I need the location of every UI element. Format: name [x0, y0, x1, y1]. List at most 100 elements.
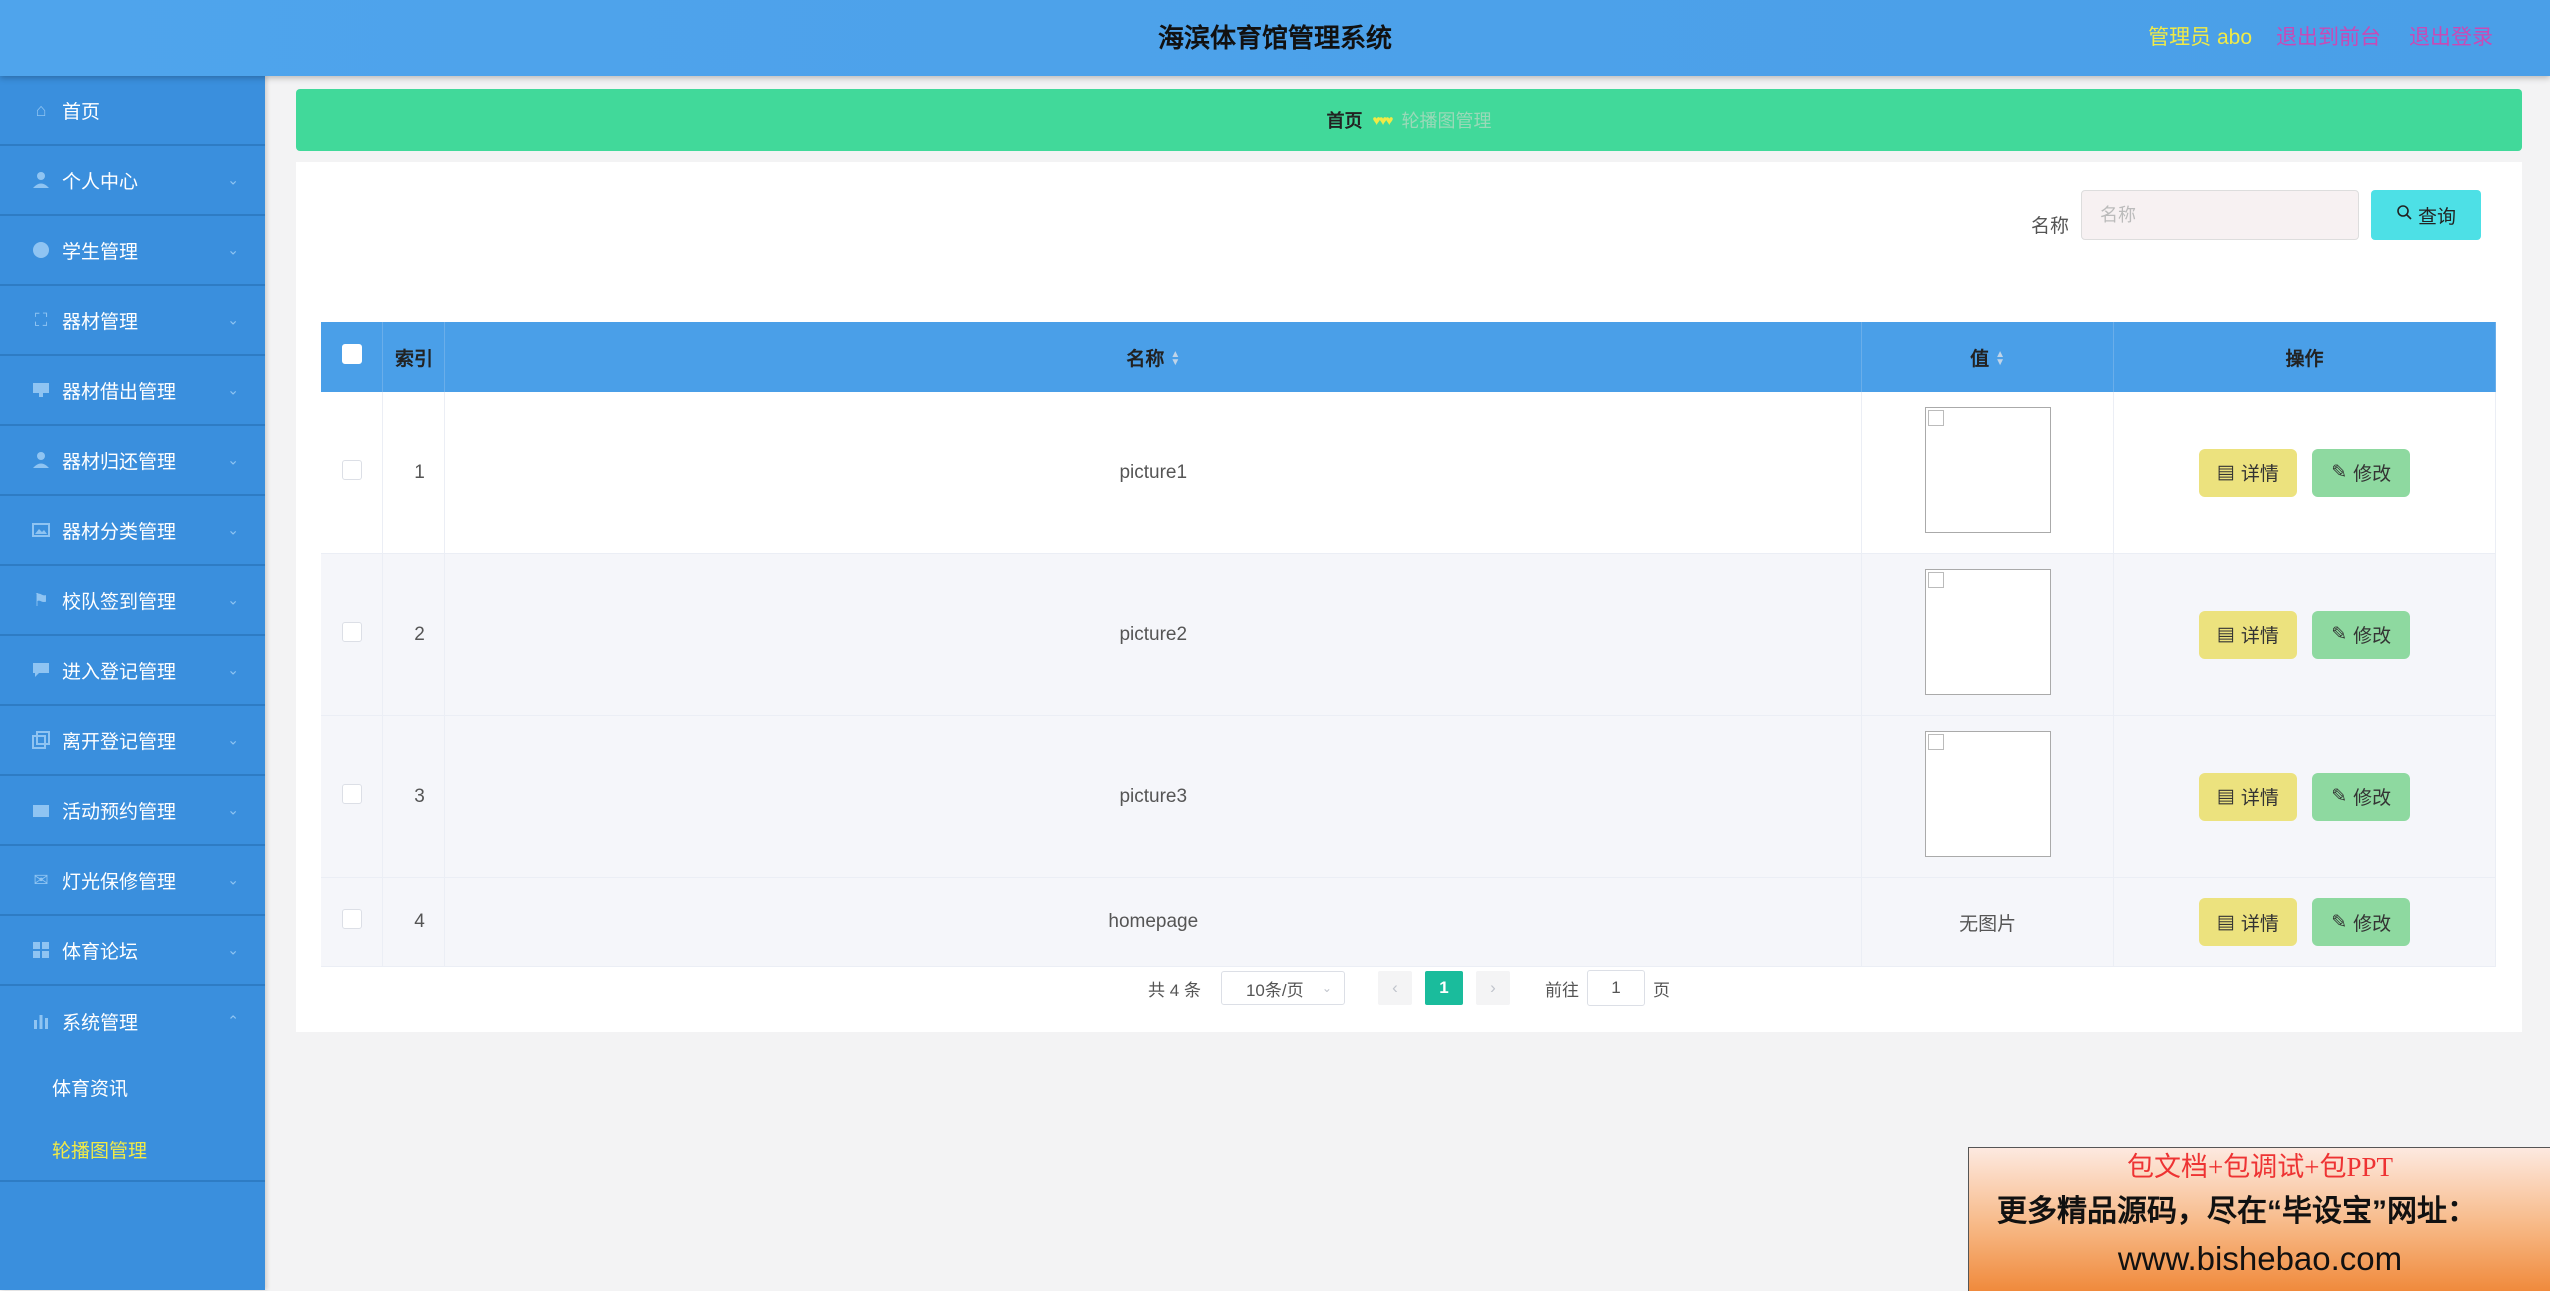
sidebar-item-entry-register[interactable]: 进入登记管理 ⌄ — [0, 636, 265, 706]
row-select-cell — [321, 877, 384, 967]
page-size-select[interactable]: 10条/页 ⌄ — [1220, 971, 1345, 1005]
sidebar-item-label: 进入登记管理 — [62, 661, 177, 683]
row-select-cell — [321, 553, 384, 716]
palette-icon — [30, 239, 52, 261]
pagination: 共 4 条 10条/页 ⌄ ‹ 1 › 前往 1 页 — [296, 970, 2522, 1006]
sidebar-item-equipment-category[interactable]: 器材分类管理 ⌄ — [0, 496, 265, 566]
sidebar-item-system[interactable]: 系统管理 ⌃ — [0, 986, 265, 1056]
chevron-up-icon: ⌃ — [227, 1012, 239, 1029]
row-name: picture3 — [444, 715, 1863, 878]
edit-button[interactable]: ✎ 修改 — [2312, 898, 2411, 946]
sidebar-item-label: 器材分类管理 — [62, 521, 177, 543]
promo-line-3: www.bishebao.com — [2117, 1240, 2403, 1277]
search-label: 名称 — [2031, 216, 2070, 237]
next-page-button[interactable]: › — [1475, 971, 1510, 1005]
edit-button[interactable]: ✎ 修改 — [2312, 448, 2411, 497]
promo-line-2: 更多精品源码，尽在“毕设宝”网址： — [1997, 1195, 2477, 1228]
sidebar-item-leave-register[interactable]: 离开登记管理 ⌄ — [0, 706, 265, 776]
detail-button-label: 详情 — [2240, 788, 2279, 809]
sidebar-item-equipment[interactable]: ⛶ 器材管理 ⌄ — [0, 286, 265, 356]
detail-button[interactable]: ▤ 详情 — [2198, 448, 2297, 497]
header-value-label: 值 — [1970, 348, 1990, 370]
sidebar-item-home[interactable]: ⌂ 首页 — [0, 76, 265, 146]
logout-link[interactable]: 退出登录 — [2409, 0, 2493, 76]
edit-icon: ✎ — [2331, 911, 2348, 933]
search-input[interactable] — [2081, 190, 2359, 240]
row-checkbox[interactable] — [341, 459, 362, 480]
row-checkbox[interactable] — [341, 621, 362, 642]
row-select-cell — [321, 715, 384, 878]
select-all-cell — [321, 322, 384, 392]
sidebar-item-equipment-lend[interactable]: 器材借出管理 ⌄ — [0, 356, 265, 426]
monitor-icon — [30, 379, 52, 401]
sidebar-item-label: 器材借出管理 — [62, 381, 177, 403]
sidebar-item-team-checkin[interactable]: ⚑ 校队签到管理 ⌄ — [0, 566, 265, 636]
sidebar-item-label: 系统管理 — [62, 1012, 139, 1034]
message-icon — [30, 659, 52, 681]
edit-icon: ✎ — [2331, 786, 2348, 807]
sidebar-subitem-sports-news[interactable]: 体育资讯 — [0, 1056, 265, 1118]
user-icon — [30, 169, 52, 191]
chevron-right-icon: › — [1490, 978, 1496, 997]
sidebar-item-personal-center[interactable]: 个人中心 ⌄ — [0, 146, 265, 216]
detail-button[interactable]: ▤ 详情 — [2198, 610, 2297, 659]
sidebar-item-forum[interactable]: 体育论坛 ⌄ — [0, 916, 265, 986]
chevron-left-icon: ‹ — [1392, 978, 1398, 997]
sidebar-item-equipment-return[interactable]: 器材归还管理 ⌄ — [0, 426, 265, 496]
edit-button[interactable]: ✎ 修改 — [2312, 772, 2411, 821]
sidebar-item-activity-booking[interactable]: 活动预约管理 ⌄ — [0, 776, 265, 846]
row-checkbox[interactable] — [341, 783, 362, 804]
sidebar-item-light-repair[interactable]: ✉ 灯光保修管理 ⌄ — [0, 846, 265, 916]
header-name[interactable]: 名称 ▲ ▼ — [444, 322, 1863, 392]
sort-icon: ▲ ▼ — [1995, 349, 2006, 369]
page-suffix: 页 — [1652, 980, 1670, 1000]
detail-button-label: 详情 — [2240, 626, 2279, 647]
sidebar: ⌂ 首页 个人中心 ⌄ 学生管理 ⌄ ⛶ 器材管理 ⌄ 器材借出管理 ⌄ 器材归… — [0, 76, 265, 1290]
edit-button-label: 修改 — [2353, 788, 2392, 809]
top-header: 海滨体育馆管理系统 管理员 abo 退出到前台 退出登录 — [0, 0, 2550, 76]
page-size-value: 10条/页 — [1245, 980, 1304, 1000]
sidebar-item-label: 体育论坛 — [62, 941, 139, 963]
row-actions: ▤ 详情 ✎ 修改 — [2113, 877, 2496, 967]
header-action: 操作 — [2113, 322, 2496, 392]
header-value[interactable]: 值 ▲ ▼ — [1861, 322, 2115, 392]
wallet-icon — [30, 799, 52, 821]
broken-image-icon — [1924, 730, 2051, 857]
sidebar-subitem-carousel[interactable]: 轮播图管理 — [0, 1118, 265, 1180]
chevron-down-icon: ⌄ — [227, 591, 239, 608]
goto-page-input[interactable]: 1 — [1586, 970, 1645, 1006]
sidebar-item-label: 首页 — [62, 101, 101, 123]
chevron-down-icon: ⌄ — [1321, 981, 1332, 995]
system-submenu: 体育资讯 轮播图管理 — [0, 1056, 265, 1182]
goto-label: 前往 — [1544, 980, 1579, 1000]
select-all-checkbox[interactable] — [341, 344, 362, 364]
fullscreen-icon: ⛶ — [34, 309, 48, 330]
back-to-front-link[interactable]: 退出到前台 — [2276, 0, 2381, 76]
picture-icon — [30, 519, 52, 541]
row-actions: ▤ 详情 ✎ 修改 — [2113, 553, 2496, 716]
prev-page-button[interactable]: ‹ — [1377, 971, 1412, 1005]
sidebar-item-label: 学生管理 — [62, 241, 139, 263]
row-value: 无图片 — [1861, 877, 2115, 967]
page-number-current[interactable]: 1 — [1424, 971, 1463, 1005]
table-row: 3 picture3 ▤ 详情 ✎ 修改 — [321, 715, 2496, 878]
breadcrumb-home[interactable]: 首页 — [1327, 107, 1363, 133]
document-icon: ▤ — [2216, 786, 2235, 807]
row-checkbox[interactable] — [341, 909, 362, 929]
row-name: homepage — [444, 877, 1863, 967]
breadcrumb-current: 轮播图管理 — [1401, 111, 1492, 131]
row-index: 1 — [382, 392, 446, 554]
sidebar-item-label: 器材归还管理 — [62, 451, 177, 473]
row-index: 2 — [382, 553, 446, 716]
detail-button-label: 详情 — [2240, 464, 2279, 485]
detail-button[interactable]: ▤ 详情 — [2198, 898, 2297, 946]
table-header-row: 索引 名称 ▲ ▼ 值 ▲ ▼ 操作 — [321, 322, 2496, 392]
edit-button[interactable]: ✎ 修改 — [2312, 610, 2411, 659]
search-button[interactable]: 查询 — [2371, 190, 2481, 240]
home-icon: ⌂ — [35, 99, 47, 120]
detail-button[interactable]: ▤ 详情 — [2198, 772, 2297, 821]
sidebar-item-students[interactable]: 学生管理 ⌄ — [0, 216, 265, 286]
edit-icon: ✎ — [2331, 624, 2348, 645]
header-index: 索引 — [382, 322, 446, 392]
row-value — [1861, 553, 2115, 716]
